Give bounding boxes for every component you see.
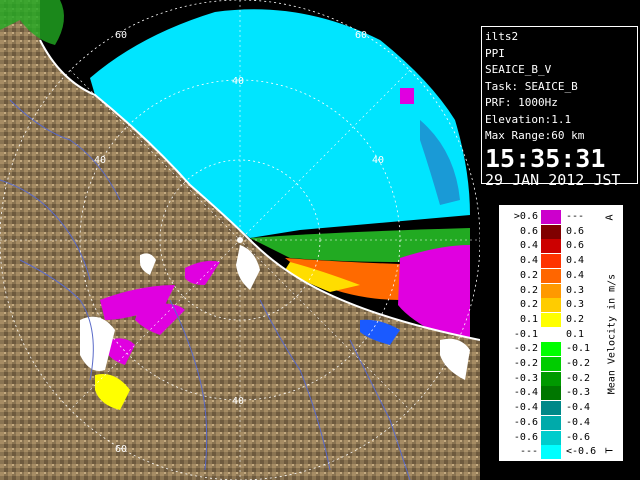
legend-color-swatch xyxy=(541,239,561,254)
legend-row-right-value: -0.2 xyxy=(566,358,591,369)
range-label: 60 xyxy=(115,444,127,455)
legend-row-right-value: 0.4 xyxy=(566,269,585,281)
legend-row: -0.2 -0.2 xyxy=(504,357,604,371)
legend-row-left-value: 0.1 xyxy=(519,313,538,325)
legend-row-left-value: 0.6 xyxy=(519,225,538,237)
range-label: 40 xyxy=(372,155,384,166)
scan-mode: PPI xyxy=(485,46,505,60)
legend-row: -0.6 -0.4 xyxy=(504,415,604,430)
range-label: 40 xyxy=(232,396,244,407)
legend-color-swatch xyxy=(541,327,561,342)
legend-color-swatch xyxy=(541,445,561,460)
legend-row: 0.2 0.3 xyxy=(504,283,604,298)
legend-row: -0.1 0.1 xyxy=(504,327,604,342)
legend-row: 0.4 0.6 xyxy=(504,239,604,254)
scan-time: 15:35:31 xyxy=(485,143,606,173)
legend-row-right-value: 0.6 xyxy=(566,240,585,252)
legend-row-right-value: -0.6 xyxy=(566,431,591,443)
legend-row-left-value: -0.6 xyxy=(513,431,538,443)
legend-row: --- <-0.6 xyxy=(504,445,604,460)
legend-row-right-value: -0.2 xyxy=(566,372,591,384)
legend-color-swatch xyxy=(541,283,561,298)
legend-row: -0.2 -0.1 xyxy=(504,342,604,357)
legend-row-left-value: 0.4 xyxy=(519,240,538,252)
legend-color-swatch xyxy=(541,386,561,401)
radar-ppi-map[interactable]: 60 60 40 40 40 40 60 xyxy=(0,0,480,480)
legend-color-swatch xyxy=(541,371,561,386)
legend-corner-top: A xyxy=(604,214,616,221)
legend-row-right-value: -0.4 xyxy=(566,416,591,428)
legend-row-right-value: 0.6 xyxy=(566,225,585,237)
product-name: SEAICE_B_V xyxy=(485,63,552,76)
legend-row-right-value: 0.4 xyxy=(566,255,585,267)
legend-row-right-value: --- xyxy=(566,211,585,222)
legend-color-swatch xyxy=(541,312,561,327)
legend-row-right-value: 0.3 xyxy=(566,299,585,311)
scan-date: 29 JAN 2012 JST xyxy=(485,170,621,189)
max-range-value: Max Range:60 km xyxy=(485,129,585,142)
legend-row: -0.3 -0.2 xyxy=(504,371,604,386)
legend-color-swatch xyxy=(541,268,561,283)
legend-row: 0.4 0.4 xyxy=(504,254,604,269)
legend-row: -0.4 -0.3 xyxy=(504,386,604,401)
elevation-value: Elevation:1.1 xyxy=(485,112,572,126)
legend-row-left-value: -0.6 xyxy=(513,416,538,428)
legend-row: -0.4 -0.4 xyxy=(504,401,604,416)
range-label: 60 xyxy=(355,30,367,41)
legend-color-swatch xyxy=(541,224,561,239)
legend-row-left-value: 0.2 xyxy=(519,299,538,311)
legend-color-swatch xyxy=(541,298,561,313)
scan-info-panel: ilts2 PPI SEAICE_B_V Task: SEAICE_B PRF:… xyxy=(481,26,638,188)
legend-color-swatch xyxy=(541,401,561,416)
legend-color-swatch xyxy=(541,342,561,357)
prf-value: PRF: 1000Hz xyxy=(485,96,558,109)
legend-row-right-value: -0.4 xyxy=(566,402,591,414)
legend-color-swatch xyxy=(541,254,561,269)
legend-row-left-value: -0.3 xyxy=(513,372,538,384)
legend-row-right-value: 0.2 xyxy=(566,313,585,325)
legend-row-left-value: -0.4 xyxy=(513,387,538,399)
legend-row-right-value: <-0.6 xyxy=(566,446,597,458)
echo-magenta-north xyxy=(400,88,414,104)
legend-color-swatch xyxy=(541,357,561,371)
legend-row: 0.6 0.6 xyxy=(504,224,604,239)
legend-color-swatch xyxy=(541,415,561,430)
legend-row-right-value: 0.3 xyxy=(566,284,585,296)
legend-color-swatch xyxy=(541,430,561,445)
legend-row-right-value: 0.1 xyxy=(566,328,585,340)
legend-row: >0.6 --- xyxy=(504,210,604,224)
velocity-color-legend: >0.6 --- 0.6 0.6 0.4 0.6 0.4 0.4 0.2 0.4 0.2 0.3 0.2… xyxy=(499,205,623,461)
legend-row-left-value: -0.4 xyxy=(513,402,538,414)
legend-row-left-value: 0.2 xyxy=(519,284,538,296)
legend-row-left-value: 0.2 xyxy=(519,269,538,281)
task-name: Task: SEAICE_B xyxy=(485,79,578,93)
legend-row: 0.1 0.2 xyxy=(504,312,604,327)
site-name: ilts2 xyxy=(485,30,519,43)
legend-row-left-value: -0.2 xyxy=(513,343,538,355)
legend-row-right-value: -0.3 xyxy=(566,387,591,399)
legend-color-swatch xyxy=(541,210,561,224)
range-label: 40 xyxy=(94,155,106,166)
legend-row-left-value: -0.1 xyxy=(513,328,538,340)
legend-title: Mean Velocity in m/s xyxy=(606,273,618,395)
legend-title-column: A Mean Velocity in m/s T xyxy=(604,210,620,458)
range-label: 40 xyxy=(232,76,244,87)
legend-row: 0.2 0.3 xyxy=(504,298,604,313)
legend-row-right-value: -0.1 xyxy=(566,343,591,355)
legend-row-left-value: >0.6 xyxy=(513,211,538,222)
legend-row-left-value: --- xyxy=(519,446,538,458)
legend-row: -0.6 -0.6 xyxy=(504,430,604,445)
legend-row-left-value: -0.2 xyxy=(513,358,538,369)
legend-row-left-value: 0.4 xyxy=(519,255,538,267)
range-label: 60 xyxy=(115,30,127,41)
legend-corner-bottom: T xyxy=(604,447,616,454)
legend-row: 0.2 0.4 xyxy=(504,268,604,283)
radar-site-marker xyxy=(237,237,243,243)
